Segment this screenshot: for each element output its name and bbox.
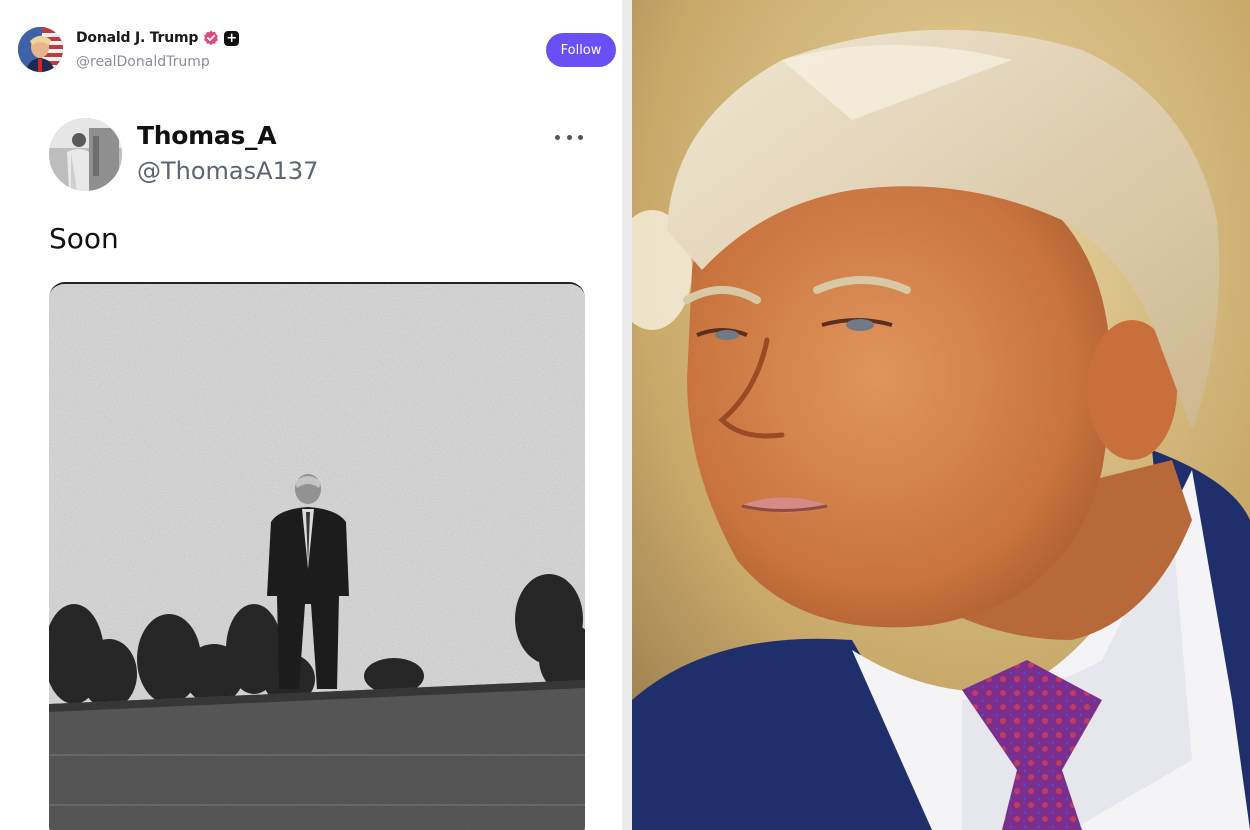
verified-badge-icon	[203, 30, 219, 46]
poster-avatar[interactable]	[18, 27, 63, 72]
portrait-photo	[632, 0, 1250, 830]
plus-badge-icon: +	[224, 30, 240, 46]
tweet-media-image[interactable]	[49, 282, 585, 830]
more-options-icon[interactable]	[552, 124, 586, 150]
panel-divider	[622, 0, 632, 830]
follow-button[interactable]: Follow	[546, 33, 616, 67]
tweet-author-name[interactable]: Thomas_A	[137, 121, 277, 150]
tweet-author-handle[interactable]: @ThomasA137	[137, 157, 318, 185]
poster-name[interactable]: Donald J. Trump	[76, 30, 198, 46]
poster-handle[interactable]: @realDonaldTrump	[76, 54, 210, 70]
social-post-panel: Donald J. Trump + @realDonaldTrump Follo…	[0, 0, 622, 830]
tweet-author-avatar[interactable]	[49, 118, 122, 191]
tweet-text: Soon	[49, 222, 119, 255]
poster-name-row: Donald J. Trump +	[76, 30, 240, 46]
